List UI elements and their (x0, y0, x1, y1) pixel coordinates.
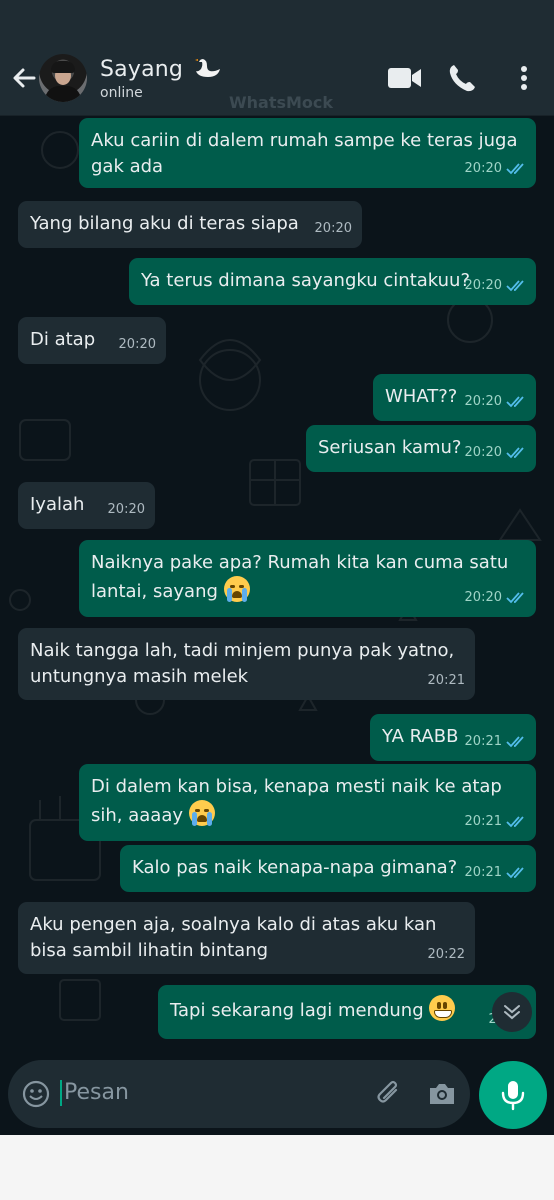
message-bubble-outgoing[interactable]: Tapi sekarang lagi mendung 20:22 (158, 985, 536, 1039)
message-time: 20:21 (427, 673, 465, 688)
double-check-icon (506, 446, 524, 458)
message-text: Naik tangga lah, tadi minjem punya pak y… (30, 640, 455, 687)
double-check-icon (506, 279, 524, 291)
message-time: 20:20 (314, 221, 352, 236)
mic-icon (501, 1081, 525, 1111)
message-time: 20:20 (464, 590, 502, 605)
contact-status: online (100, 85, 143, 101)
message-text: Naiknya pake apa? Rumah kita kan cuma sa… (91, 552, 509, 602)
double-check-icon (506, 866, 524, 878)
chevron-down-icon (504, 1005, 520, 1020)
message-text: Di atap (30, 329, 96, 350)
arrow-left-icon[interactable] (10, 62, 38, 94)
message-text: Yang bilang aku di teras siapa (30, 213, 299, 234)
message-bubble-incoming[interactable]: Yang bilang aku di teras siapa 20:20 (18, 201, 362, 248)
message-text: Aku cariin di dalem rumah sampe ke teras… (91, 130, 518, 177)
message-bubble-outgoing[interactable]: Naiknya pake apa? Rumah kita kan cuma sa… (79, 540, 536, 617)
message-time: 20:21 (464, 734, 502, 749)
message-bubble-outgoing[interactable]: YA RABB 20:21 (370, 714, 536, 761)
double-check-icon (506, 162, 524, 174)
message-time: 20:21 (464, 865, 502, 880)
double-check-icon (506, 815, 524, 827)
emoji-icon[interactable] (22, 1080, 50, 1108)
grinning-face-icon (429, 995, 456, 1021)
message-bubble-outgoing[interactable]: WHAT?? 20:20 (373, 374, 536, 421)
message-bubble-outgoing[interactable]: Kalo pas naik kenapa-napa gimana? 20:21 (120, 845, 536, 892)
chat-header: Sayang online WhatsMock (0, 0, 554, 116)
crying-face-icon (223, 576, 250, 602)
message-bubble-outgoing[interactable]: Aku cariin di dalem rumah sampe ke teras… (79, 118, 536, 188)
voice-record-button[interactable] (479, 1061, 547, 1129)
message-bubble-outgoing[interactable]: Ya terus dimana sayangku cintakuu? 20:20 (129, 258, 536, 305)
message-text: Tapi sekarang lagi mendung (170, 1000, 424, 1021)
swan-icon (195, 59, 221, 77)
phone-icon[interactable] (444, 60, 484, 96)
message-time: 20:20 (464, 278, 502, 293)
message-text: Kalo pas naik kenapa-napa gimana? (132, 857, 458, 878)
message-list[interactable]: Aku cariin di dalem rumah sampe ke teras… (0, 115, 554, 1055)
watermark-text: WhatsMock (229, 93, 334, 112)
message-time: 20:20 (464, 161, 502, 176)
scroll-to-bottom-button[interactable] (492, 992, 532, 1032)
message-text: WHAT?? (385, 386, 458, 407)
message-text: Iyalah (30, 494, 85, 515)
message-input[interactable]: Pesan (60, 1080, 129, 1106)
double-check-icon (506, 395, 524, 407)
message-text: Seriusan kamu? (318, 437, 462, 458)
crying-face-icon (188, 800, 215, 826)
message-bubble-incoming[interactable]: Aku pengen aja, soalnya kalo di atas aku… (18, 902, 475, 974)
message-composer[interactable]: Pesan (8, 1060, 470, 1128)
camera-icon[interactable] (427, 1079, 457, 1109)
message-text: Di dalem kan bisa, kenapa mesti naik ke … (91, 776, 502, 826)
video-call-icon[interactable] (384, 60, 424, 96)
message-bubble-incoming[interactable]: Naik tangga lah, tadi minjem punya pak y… (18, 628, 475, 700)
message-bubble-incoming[interactable]: Di atap 20:20 (18, 317, 166, 364)
system-navigation-area (0, 1135, 554, 1200)
message-text: YA RABB (382, 726, 459, 747)
message-bubble-incoming[interactable]: Iyalah 20:20 (18, 482, 155, 529)
message-time: 20:20 (464, 445, 502, 460)
message-time: 20:21 (464, 814, 502, 829)
message-time: 20:20 (107, 502, 145, 517)
message-time: 20:20 (118, 337, 156, 352)
message-time: 20:20 (464, 394, 502, 409)
contact-name[interactable]: Sayang (100, 55, 222, 82)
more-vertical-icon[interactable] (504, 60, 544, 96)
message-time: 20:22 (427, 947, 465, 962)
avatar[interactable] (39, 54, 87, 102)
paperclip-icon[interactable] (374, 1080, 404, 1110)
chat-screen: Sayang online WhatsMock Aku cariin di da… (0, 0, 554, 1135)
message-bubble-outgoing[interactable]: Di dalem kan bisa, kenapa mesti naik ke … (79, 764, 536, 841)
message-bubble-outgoing[interactable]: Seriusan kamu? 20:20 (306, 425, 536, 472)
message-text: Ya terus dimana sayangku cintakuu? (141, 270, 471, 291)
double-check-icon (506, 735, 524, 747)
double-check-icon (506, 591, 524, 603)
message-text: Aku pengen aja, soalnya kalo di atas aku… (30, 914, 437, 961)
